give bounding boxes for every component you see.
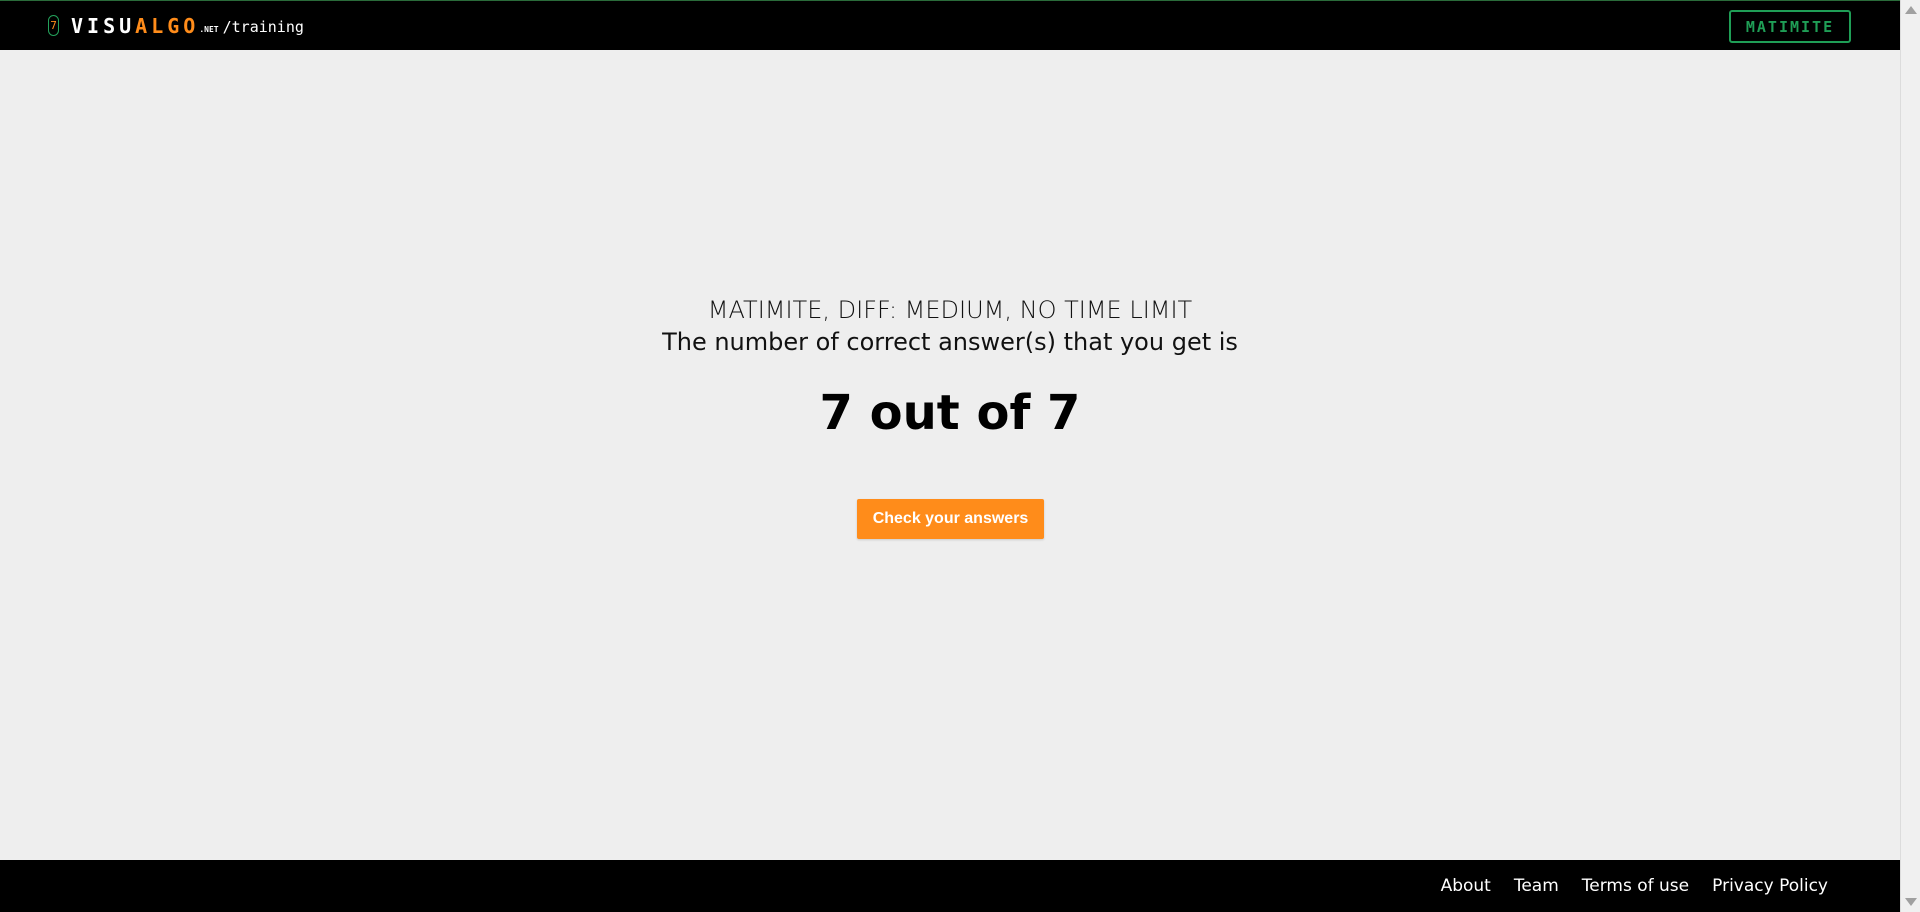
check-answers-button[interactable]: Check your answers	[857, 499, 1044, 539]
vertical-scrollbar[interactable]	[1900, 0, 1920, 912]
footer-links: About Team Terms of use Privacy Policy	[1418, 860, 1828, 912]
footer-link-about[interactable]: About	[1441, 876, 1491, 896]
score-display: 7 out of 7	[819, 385, 1081, 441]
logo-path-training[interactable]: /training	[223, 18, 304, 36]
logo-text-net: .NET	[199, 25, 219, 34]
top-navbar: 7 VISU ALGO .NET /training MATIMITE	[0, 0, 1900, 50]
footer-link-team[interactable]: Team	[1514, 876, 1559, 896]
footer: About Team Terms of use Privacy Policy	[0, 860, 1900, 912]
footer-link-privacy[interactable]: Privacy Policy	[1712, 876, 1828, 896]
scroll-up-arrow-icon[interactable]	[1905, 6, 1917, 14]
scroll-down-arrow-icon[interactable]	[1905, 898, 1917, 906]
quiz-meta-text: MATIMITE, DIFF: MEDIUM, NO TIME LIMIT	[707, 296, 1193, 324]
logo-badge: 7	[48, 15, 59, 36]
visualgo-logo[interactable]: 7 VISU ALGO .NET /training	[48, 15, 304, 36]
user-account-button[interactable]: MATIMITE	[1729, 10, 1851, 43]
result-description: The number of correct answer(s) that you…	[662, 328, 1238, 356]
footer-link-terms[interactable]: Terms of use	[1582, 876, 1689, 896]
logo-text-visu: VISU	[71, 14, 136, 38]
page: 7 VISU ALGO .NET /training MATIMITE MATI…	[0, 0, 1920, 912]
logo-text-algo: ALGO	[135, 14, 200, 38]
main-content: MATIMITE, DIFF: MEDIUM, NO TIME LIMIT Th…	[0, 50, 1900, 860]
